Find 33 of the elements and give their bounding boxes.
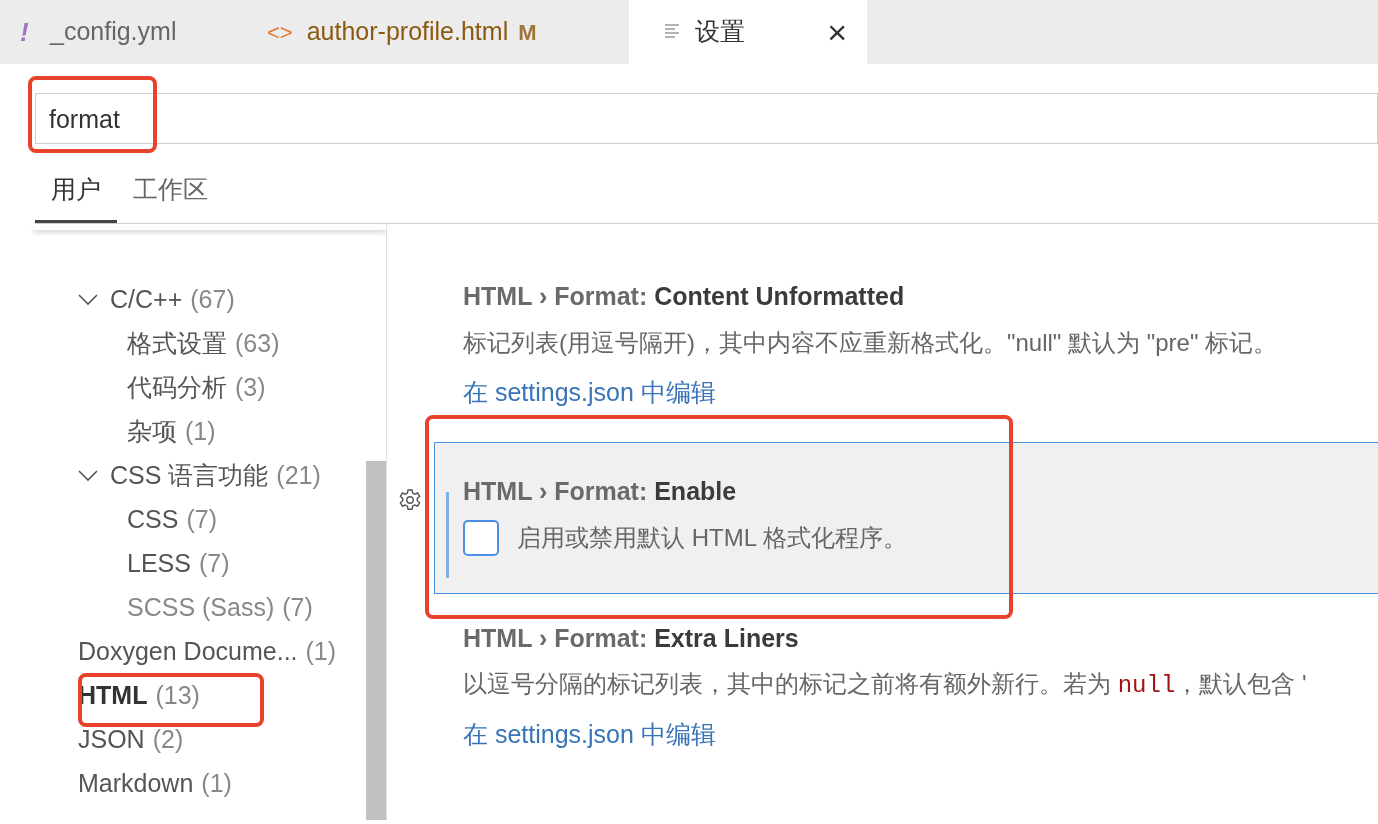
setting-description: 以逗号分隔的标记列表，其中的标记之前将有额外新行。若为 null，默认包含 ' <box>463 668 1307 701</box>
tree-item[interactable]: CSS 语言功能 (21) <box>34 454 321 498</box>
tree-item[interactable]: 代码分析 (3) <box>34 366 266 410</box>
search-field[interactable]: format <box>35 93 1378 144</box>
scrollbar[interactable] <box>366 461 386 820</box>
edit-link[interactable]: 在 settings.json 中编辑 <box>463 715 716 753</box>
edit-link[interactable]: 在 settings.json 中编辑 <box>463 374 716 412</box>
scope-tab[interactable]: 用户 <box>35 160 117 223</box>
tree-item[interactable]: JSON (2) <box>34 718 184 762</box>
setting-description: 标记列表(用逗号隔开)，其中内容不应重新格式化。"null" 默认为 "pre" 标记。 <box>463 328 1278 358</box>
chevron-icon[interactable] <box>78 294 98 306</box>
setting-title: HTML › Format: Extra Liners <box>463 622 799 654</box>
code-icon: <> <box>267 15 293 49</box>
tree-item[interactable]: SCSS (Sass) (7) <box>34 586 313 630</box>
setting-description: 启用或禁用默认 HTML 格式化程序。 <box>517 522 907 553</box>
modified-label: M <box>518 18 537 47</box>
yaml-icon: ! <box>20 12 36 52</box>
tree-item[interactable]: C/C++ (67) <box>34 278 235 322</box>
tree-item[interactable]: LESS (7) <box>34 542 230 586</box>
tree-item[interactable]: Doxygen Docume... (1) <box>34 630 337 674</box>
tree-item[interactable]: 格式设置 (63) <box>34 322 280 366</box>
setting-title: HTML › Format: Enable <box>463 475 737 507</box>
setting-title: HTML › Format: Content Unformatted <box>463 281 905 312</box>
tree-item[interactable]: CSS (7) <box>34 498 217 542</box>
checkbox[interactable] <box>463 519 499 556</box>
tab[interactable]: 设置 × <box>629 0 867 64</box>
gear-icon[interactable] <box>398 487 422 512</box>
tree-item[interactable]: Markdown (1) <box>34 762 232 806</box>
tree-item[interactable]: 杂项 (1) <box>34 410 216 454</box>
close-button[interactable]: × <box>827 15 847 49</box>
chevron-icon[interactable] <box>78 470 98 482</box>
scope-tab[interactable]: 工作区 <box>117 160 224 223</box>
lines-icon <box>663 23 681 41</box>
